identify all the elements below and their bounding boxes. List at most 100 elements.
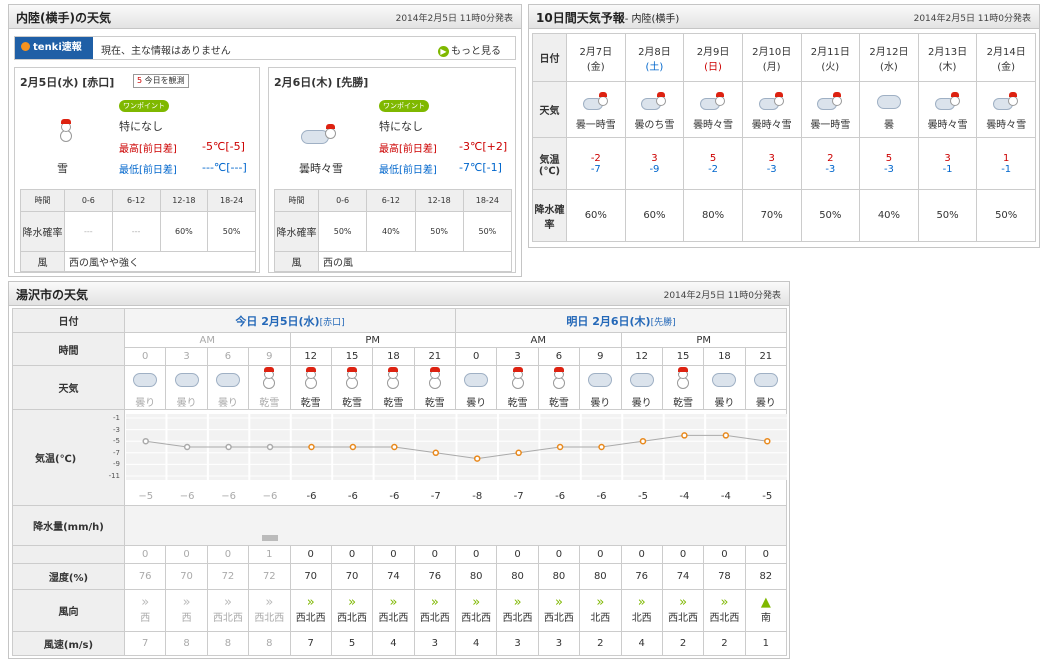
cloud-icon (131, 367, 159, 391)
weather-text: 雪 (57, 162, 68, 175)
wind-arrow-icon: » (223, 595, 232, 610)
y-tick-label: -1 (113, 414, 120, 422)
wind-arrow-icon: » (182, 595, 191, 610)
temp-label: -7 (431, 491, 441, 502)
date-cell: 2月7日 (金) (566, 33, 626, 82)
date-cell: 2月8日 (土) (624, 33, 685, 82)
humidity-value: 72 (206, 563, 250, 590)
temp-point (142, 437, 149, 445)
temp-label: -6 (306, 491, 316, 502)
rain-cell: 60% (566, 189, 626, 242)
wind-arrow-icon: » (348, 595, 357, 610)
weather-cell: 乾雪 (413, 365, 457, 410)
flash-message: 現在、主な情報はありません (101, 46, 231, 57)
cloud-icon (628, 367, 656, 391)
temp-label: -5 (638, 491, 648, 502)
temp-row-label: 気温(℃) -1 -3 -5 -7 -9 -11 (12, 409, 125, 506)
one-point-note: 特になし (119, 120, 163, 133)
weather-cell: 曇り (703, 365, 746, 410)
temp-point (308, 443, 315, 451)
grid-band (623, 414, 663, 480)
hour-cell: 3 (496, 347, 539, 366)
temperature-chart: −5 −6 −6 −6 -6 -6 -6 -7 -8 -7 -6 -6 -5 -4 -4 -5 (125, 414, 788, 502)
wind-arrow-icon: » (430, 595, 439, 610)
grid-band (664, 414, 705, 480)
cloud-snowman-icon (816, 89, 844, 113)
temp-label: -6 (597, 491, 607, 502)
temp-cell: 1 -1 (976, 137, 1036, 190)
min-temp: -7℃[-1] (459, 161, 502, 174)
precip-value: 0 (661, 545, 705, 564)
snowman-icon (379, 366, 407, 391)
wind-arrow-icon: » (679, 595, 688, 610)
max-temp: -5℃[-5] (202, 140, 245, 153)
temp-cell: 3 -9 (624, 137, 685, 190)
grid-band (126, 414, 166, 480)
wind-dir-cell: » 北西 (620, 589, 663, 632)
observe-today-button[interactable]: 5 今日を観測 (133, 74, 189, 88)
temp-label: −6 (263, 491, 278, 502)
snowman-icon (669, 366, 697, 391)
precip-value: 0 (372, 545, 415, 564)
wind-dir-cell: » 西北西 (289, 589, 332, 632)
temp-point (266, 443, 274, 451)
precip-value: 0 (330, 545, 374, 564)
hour-cell: 9 (248, 347, 291, 366)
grid-band (498, 414, 539, 480)
weather-icon-cloud-snowman (299, 118, 339, 148)
temp-point (183, 443, 191, 451)
temp-point (556, 443, 564, 451)
cloud-icon (710, 367, 738, 391)
weather-cell: 曇り (744, 365, 788, 410)
hour-cell: 18 (703, 347, 746, 366)
precip-value: 0 (123, 545, 167, 564)
one-point-badge: ワンポイント (119, 100, 169, 112)
weather-cell: 曇時々雪 (741, 81, 802, 138)
cloud-snowman-icon (934, 89, 962, 113)
wind-dir-cell: » 西北西 (496, 589, 539, 632)
rain-cell: 40% (859, 189, 919, 242)
wind-speed-value: 3 (413, 631, 457, 656)
temp-cell: 3 -1 (917, 137, 978, 190)
weather-cell: 曇り (454, 365, 498, 410)
temp-label: −6 (221, 491, 236, 502)
wind-arrow-icon: » (637, 595, 646, 610)
precip-value: 0 (496, 545, 539, 564)
y-tick-label: -5 (113, 437, 120, 446)
wind-speed-value: 2 (579, 631, 622, 656)
wind-speed-value: 4 (454, 631, 498, 656)
snowman-icon (338, 366, 366, 391)
precip-value: 1 (248, 545, 291, 564)
temp-point (391, 443, 398, 451)
more-link[interactable]: ▶ もっと見る (438, 42, 501, 57)
temp-point (681, 432, 688, 439)
cloud-icon (462, 367, 490, 391)
y-tick-label: -3 (113, 425, 120, 434)
temp-label: −6 (180, 491, 195, 502)
cloud-icon (586, 367, 614, 391)
rain-cell: 50% (800, 189, 861, 242)
wind-dir-cell: » 西北西 (372, 589, 415, 632)
snowman-icon (504, 366, 532, 391)
date-cell: 2月14日 (金) (976, 33, 1036, 82)
hour-cell: 6 (206, 347, 250, 366)
date-cell: 2月11日 (火) (800, 33, 861, 82)
day-date: 2月5日(水) [赤口] (20, 76, 115, 89)
hour-cell: 12 (620, 347, 663, 366)
grid-band (706, 414, 746, 480)
cloud-icon (214, 367, 242, 391)
panel-header: 10日間天気予報- 内陸(横手) 2014年2月5日 11時0分発表 (529, 5, 1039, 29)
ten-day-forecast-panel: 10日間天気予報- 内陸(横手) 2014年2月5日 11時0分発表 日付 2月7… (528, 4, 1040, 248)
temp-label: -4 (679, 491, 689, 502)
hour-cell: 15 (661, 347, 705, 366)
precip-value: 0 (413, 545, 457, 564)
date-cell: 2月12日 (水) (859, 33, 919, 82)
precip-bar (261, 535, 279, 541)
rain-cell: 70% (741, 189, 802, 242)
temp-point (722, 432, 730, 439)
temp-label: -4 (721, 491, 731, 502)
temp-cell: 5 -3 (859, 137, 919, 190)
date-cell: 2月9日 (日) (683, 33, 743, 82)
hour-cell: 21 (413, 347, 457, 366)
day-forecast-today: 2月5日(水) [赤口] 5 今日を観測 雪 ワンポイント 特になし 最高[前日… (14, 67, 260, 273)
